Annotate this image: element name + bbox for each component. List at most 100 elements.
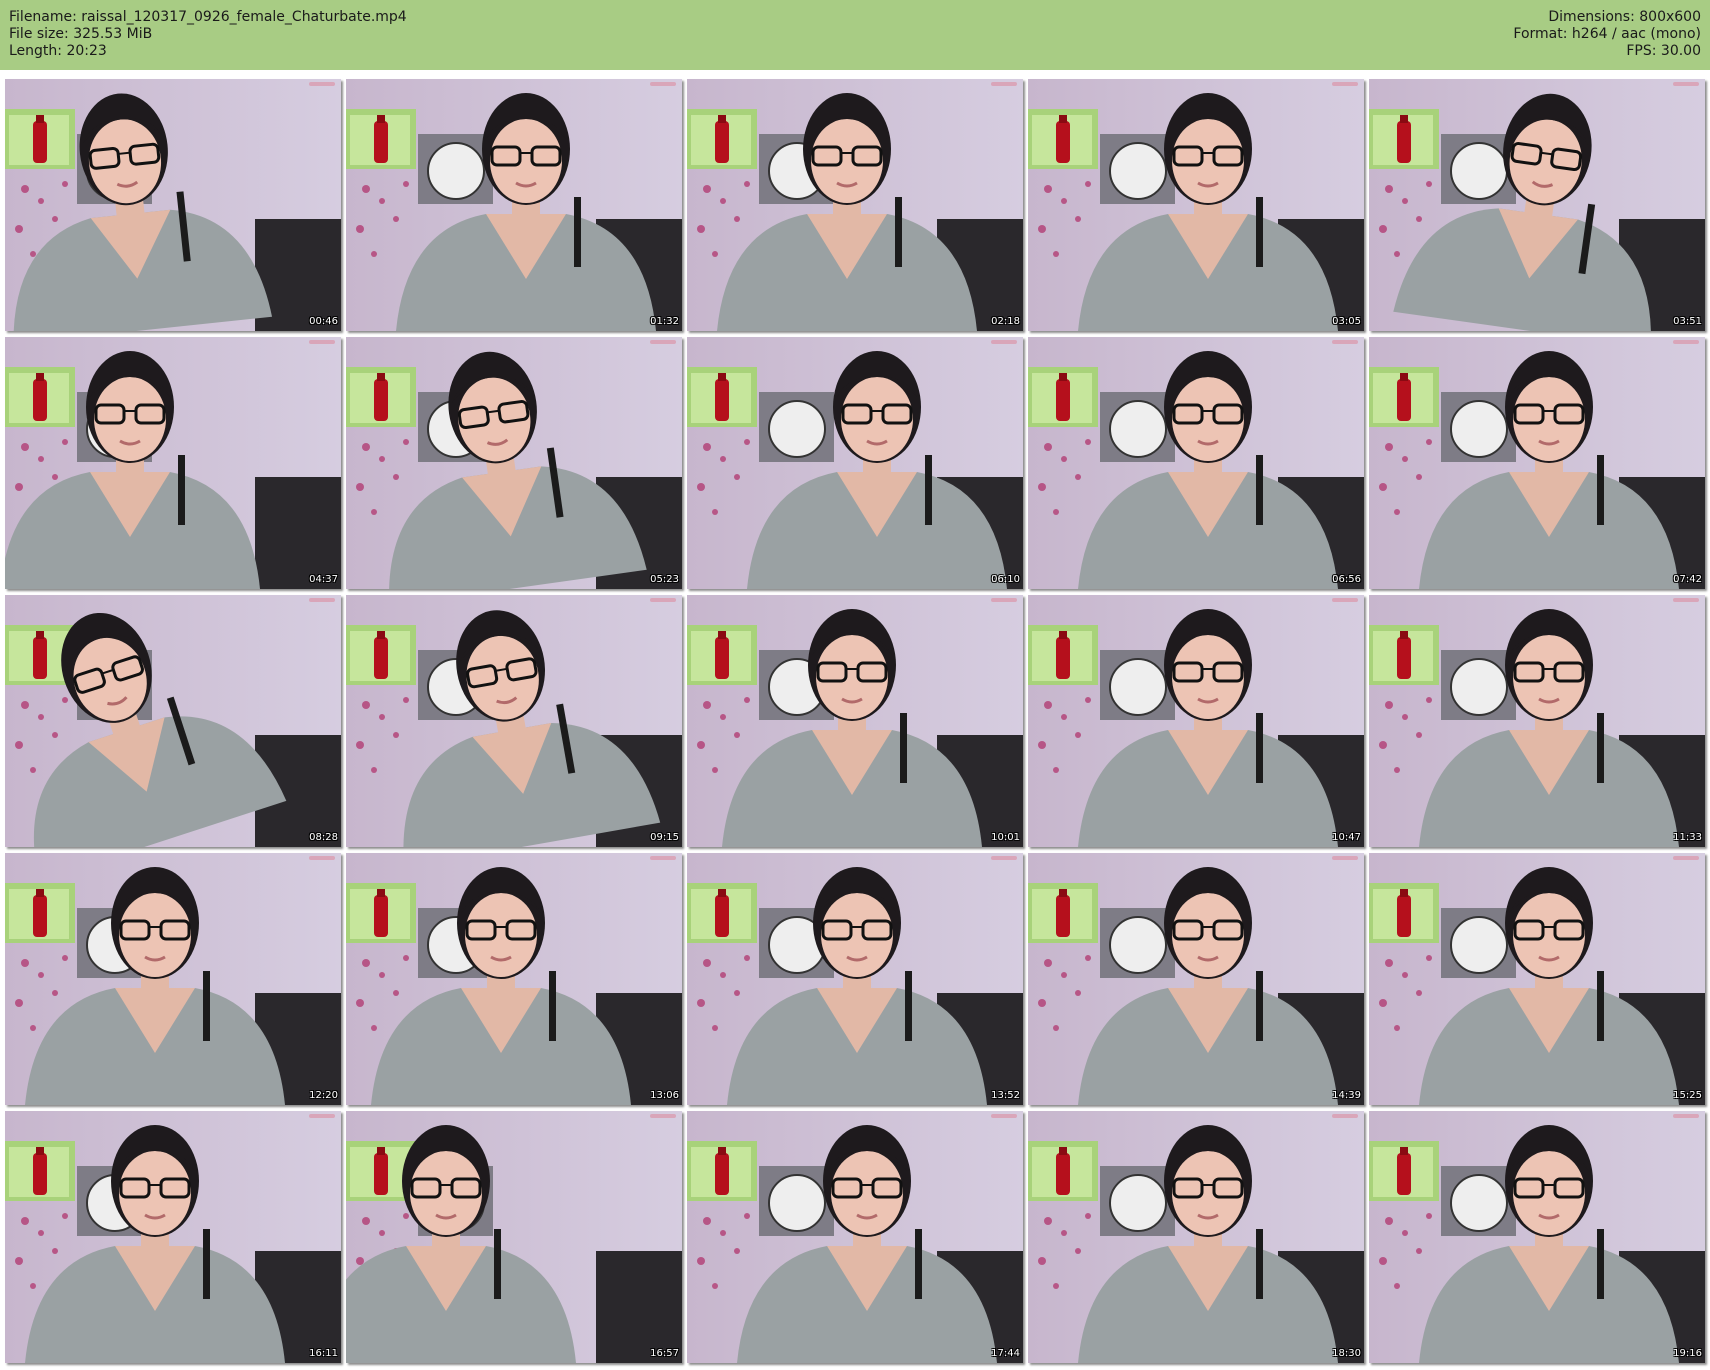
watermark-logo xyxy=(309,82,335,86)
format-text: Format: h264 / aac (mono) xyxy=(1513,26,1701,42)
thumbnail-grid: 00:46 01:32 02:18 03:05 03:51 04:37 05:23 06:10… xyxy=(5,79,1705,1365)
video-thumbnail[interactable]: 18:30 xyxy=(1028,1111,1364,1363)
thumbnail-timestamp: 17:44 xyxy=(991,1348,1020,1359)
watermark-logo xyxy=(309,856,335,860)
watermark-logo xyxy=(1673,1114,1699,1118)
video-thumbnail[interactable]: 00:46 xyxy=(5,79,341,331)
thumbnail-timestamp: 09:15 xyxy=(650,832,679,843)
frame-image xyxy=(1028,853,1364,1105)
thumbnail-timestamp: 05:23 xyxy=(650,574,679,585)
filesize-text: File size: 325.53 MiB xyxy=(9,26,153,42)
watermark-logo xyxy=(650,856,676,860)
video-thumbnail[interactable]: 12:20 xyxy=(5,853,341,1105)
video-thumbnail[interactable]: 10:01 xyxy=(687,595,1023,847)
thumbnail-timestamp: 15:25 xyxy=(1673,1090,1702,1101)
watermark-logo xyxy=(309,598,335,602)
watermark-logo xyxy=(991,856,1017,860)
video-thumbnail[interactable]: 16:11 xyxy=(5,1111,341,1363)
thumbnail-timestamp: 13:52 xyxy=(991,1090,1020,1101)
video-thumbnail[interactable]: 14:39 xyxy=(1028,853,1364,1105)
thumbnail-timestamp: 04:37 xyxy=(309,574,338,585)
length-text: Length: 20:23 xyxy=(9,43,107,59)
frame-image xyxy=(5,79,341,331)
watermark-logo xyxy=(650,82,676,86)
video-thumbnail[interactable]: 06:56 xyxy=(1028,337,1364,589)
video-thumbnail[interactable]: 15:25 xyxy=(1369,853,1705,1105)
thumbnail-timestamp: 02:18 xyxy=(991,316,1020,327)
watermark-logo xyxy=(1673,340,1699,344)
thumbnail-timestamp: 18:30 xyxy=(1332,1348,1361,1359)
video-thumbnail[interactable]: 07:42 xyxy=(1369,337,1705,589)
video-thumbnail[interactable]: 02:18 xyxy=(687,79,1023,331)
watermark-logo xyxy=(1332,856,1358,860)
frame-image xyxy=(1369,1111,1705,1363)
video-thumbnail[interactable]: 09:15 xyxy=(346,595,682,847)
watermark-logo xyxy=(991,82,1017,86)
frame-image xyxy=(1369,337,1705,589)
frame-image xyxy=(346,853,682,1105)
thumbnail-timestamp: 19:16 xyxy=(1673,1348,1702,1359)
frame-image xyxy=(1028,337,1364,589)
watermark-logo xyxy=(650,340,676,344)
dimensions-text: Dimensions: 800x600 xyxy=(1548,9,1701,25)
frame-image xyxy=(1028,595,1364,847)
frame-image xyxy=(687,79,1023,331)
video-thumbnail[interactable]: 13:52 xyxy=(687,853,1023,1105)
thumbnail-timestamp: 06:56 xyxy=(1332,574,1361,585)
filename-text: Filename: raissal_120317_0926_female_Cha… xyxy=(9,9,407,25)
frame-image xyxy=(5,337,341,589)
watermark-logo xyxy=(309,1114,335,1118)
thumbnail-timestamp: 10:47 xyxy=(1332,832,1361,843)
thumbnail-timestamp: 08:28 xyxy=(309,832,338,843)
watermark-logo xyxy=(991,598,1017,602)
file-info-left: Filename: raissal_120317_0926_female_Cha… xyxy=(9,9,407,60)
frame-image xyxy=(346,79,682,331)
video-thumbnail[interactable]: 08:28 xyxy=(5,595,341,847)
watermark-logo xyxy=(1332,1114,1358,1118)
watermark-logo xyxy=(1332,340,1358,344)
thumbnail-timestamp: 16:57 xyxy=(650,1348,679,1359)
frame-image xyxy=(687,1111,1023,1363)
info-header: Filename: raissal_120317_0926_female_Cha… xyxy=(0,0,1710,70)
watermark-logo xyxy=(650,598,676,602)
video-thumbnail[interactable]: 03:51 xyxy=(1369,79,1705,331)
video-thumbnail[interactable]: 04:37 xyxy=(5,337,341,589)
thumbnail-timestamp: 06:10 xyxy=(991,574,1020,585)
frame-image xyxy=(5,853,341,1105)
thumbnail-timestamp: 13:06 xyxy=(650,1090,679,1101)
watermark-logo xyxy=(1332,598,1358,602)
frame-image xyxy=(687,337,1023,589)
video-thumbnail[interactable]: 13:06 xyxy=(346,853,682,1105)
frame-image xyxy=(346,595,682,847)
video-thumbnail[interactable]: 06:10 xyxy=(687,337,1023,589)
thumbnail-timestamp: 03:05 xyxy=(1332,316,1361,327)
video-thumbnail[interactable]: 01:32 xyxy=(346,79,682,331)
frame-image xyxy=(687,595,1023,847)
frame-image xyxy=(5,1111,341,1363)
file-info-right: Dimensions: 800x600 Format: h264 / aac (… xyxy=(1513,9,1701,60)
video-thumbnail[interactable]: 11:33 xyxy=(1369,595,1705,847)
video-thumbnail[interactable]: 19:16 xyxy=(1369,1111,1705,1363)
frame-image xyxy=(687,853,1023,1105)
video-thumbnail[interactable]: 10:47 xyxy=(1028,595,1364,847)
thumbnail-timestamp: 10:01 xyxy=(991,832,1020,843)
thumbnail-timestamp: 14:39 xyxy=(1332,1090,1361,1101)
watermark-logo xyxy=(650,1114,676,1118)
frame-image xyxy=(1028,79,1364,331)
frame-image xyxy=(5,595,341,847)
video-thumbnail[interactable]: 16:57 xyxy=(346,1111,682,1363)
thumbnail-timestamp: 07:42 xyxy=(1673,574,1702,585)
frame-image xyxy=(346,337,682,589)
video-thumbnail[interactable]: 05:23 xyxy=(346,337,682,589)
watermark-logo xyxy=(991,1114,1017,1118)
frame-image xyxy=(1369,79,1705,331)
video-thumbnail[interactable]: 17:44 xyxy=(687,1111,1023,1363)
video-thumbnail[interactable]: 03:05 xyxy=(1028,79,1364,331)
watermark-logo xyxy=(1673,856,1699,860)
watermark-logo xyxy=(991,340,1017,344)
frame-image xyxy=(1369,595,1705,847)
watermark-logo xyxy=(1673,82,1699,86)
watermark-logo xyxy=(1332,82,1358,86)
thumbnail-timestamp: 16:11 xyxy=(309,1348,338,1359)
watermark-logo xyxy=(309,340,335,344)
